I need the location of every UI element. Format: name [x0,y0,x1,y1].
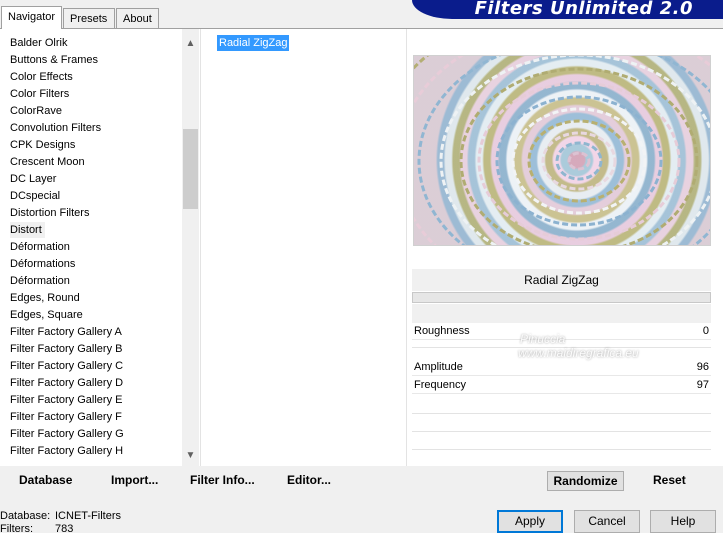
category-item[interactable]: Déformations [10,256,78,272]
filters-count: 783 [55,523,74,533]
app-banner: Filters Unlimited 2.0 [412,0,723,19]
category-item[interactable]: Distortion Filters [10,205,92,221]
param-separator [412,431,711,432]
divider [200,29,201,466]
param-row-frequency[interactable]: Frequency 97 [412,377,711,394]
divider [406,29,407,466]
category-item[interactable]: Déformation [10,239,73,255]
category-item[interactable]: Convolution Filters [10,120,104,136]
category-item[interactable]: Déformation [10,273,73,289]
category-item[interactable]: Balder Olrik [10,35,70,51]
cancel-button[interactable]: Cancel [574,510,640,533]
main-panel: Balder Olrik Buttons & Frames Color Effect… [0,28,723,496]
param-spacer [412,304,711,324]
scroll-down-icon[interactable]: ▼ [182,447,199,464]
category-item[interactable]: DC Layer [10,171,59,187]
tab-presets[interactable]: Presets [63,8,115,28]
category-item[interactable]: Color Effects [10,69,76,85]
database-button[interactable]: Database [19,473,72,487]
category-item[interactable]: Filter Factory Gallery E [10,392,125,408]
filters-label: Filters: [0,523,33,533]
param-row-amplitude[interactable]: Amplitude 96 [412,359,711,376]
param-label: Roughness [414,325,470,337]
category-item[interactable]: Filter Factory Gallery C [10,358,126,374]
category-item[interactable]: Filter Factory Gallery A [10,324,125,340]
category-item[interactable]: ColorRave [10,103,65,119]
category-item[interactable]: CPK Designs [10,137,78,153]
param-separator [412,347,711,348]
param-row-roughness[interactable]: Roughness 0 [412,323,711,340]
zigzag-rings [414,56,710,245]
scroll-up-icon[interactable]: ▲ [182,35,199,52]
category-item[interactable]: Color Filters [10,86,72,102]
category-item[interactable]: Filter Factory Gallery G [10,426,127,442]
help-button[interactable]: Help [650,510,716,533]
category-item[interactable]: Edges, Square [10,307,86,323]
progress-bar [412,292,711,303]
database-label: Database: [0,510,51,522]
filter-item-radial-zigzag[interactable]: Radial ZigZag [217,35,290,51]
filter-name-label: Radial ZigZag [412,269,711,291]
preview-image [413,55,711,246]
param-label: Frequency [414,379,466,391]
param-separator [412,449,711,450]
category-scrollbar[interactable]: ▲ ▼ [182,29,199,466]
filter-list[interactable]: Radial ZigZag [205,29,406,466]
param-value[interactable]: 97 [697,379,709,391]
category-item[interactable]: Distort [10,222,45,238]
apply-button[interactable]: Apply [497,510,563,533]
param-value[interactable]: 96 [697,361,709,373]
category-item[interactable]: Filter Factory Gallery H [10,443,126,459]
tab-about[interactable]: About [116,8,159,28]
tab-navigator[interactable]: Navigator [1,6,62,29]
category-item[interactable]: Filter Factory Gallery B [10,341,125,357]
category-item[interactable]: Filter Factory Gallery D [10,375,126,391]
category-item[interactable]: Filter Factory Gallery F [10,409,125,425]
randomize-button[interactable]: Randomize [547,471,624,491]
category-list[interactable]: Balder Olrik Buttons & Frames Color Effect… [0,29,199,466]
param-separator [412,413,711,414]
category-item[interactable]: Buttons & Frames [10,52,101,68]
category-item[interactable]: Crescent Moon [10,154,88,170]
import-button[interactable]: Import... [111,473,158,487]
param-label: Amplitude [414,361,463,373]
database-value: ICNET-Filters [55,510,121,522]
reset-button[interactable]: Reset [653,473,686,487]
category-item[interactable]: DCspecial [10,188,63,204]
scroll-thumb[interactable] [183,129,198,209]
category-item[interactable]: Edges, Round [10,290,83,306]
filter-info-button[interactable]: Filter Info... [190,473,255,487]
editor-button[interactable]: Editor... [287,473,331,487]
param-value[interactable]: 0 [703,325,709,337]
toolbar: Database Import... Filter Info... Editor… [0,466,723,496]
app-title: Filters Unlimited 2.0 [474,0,693,19]
